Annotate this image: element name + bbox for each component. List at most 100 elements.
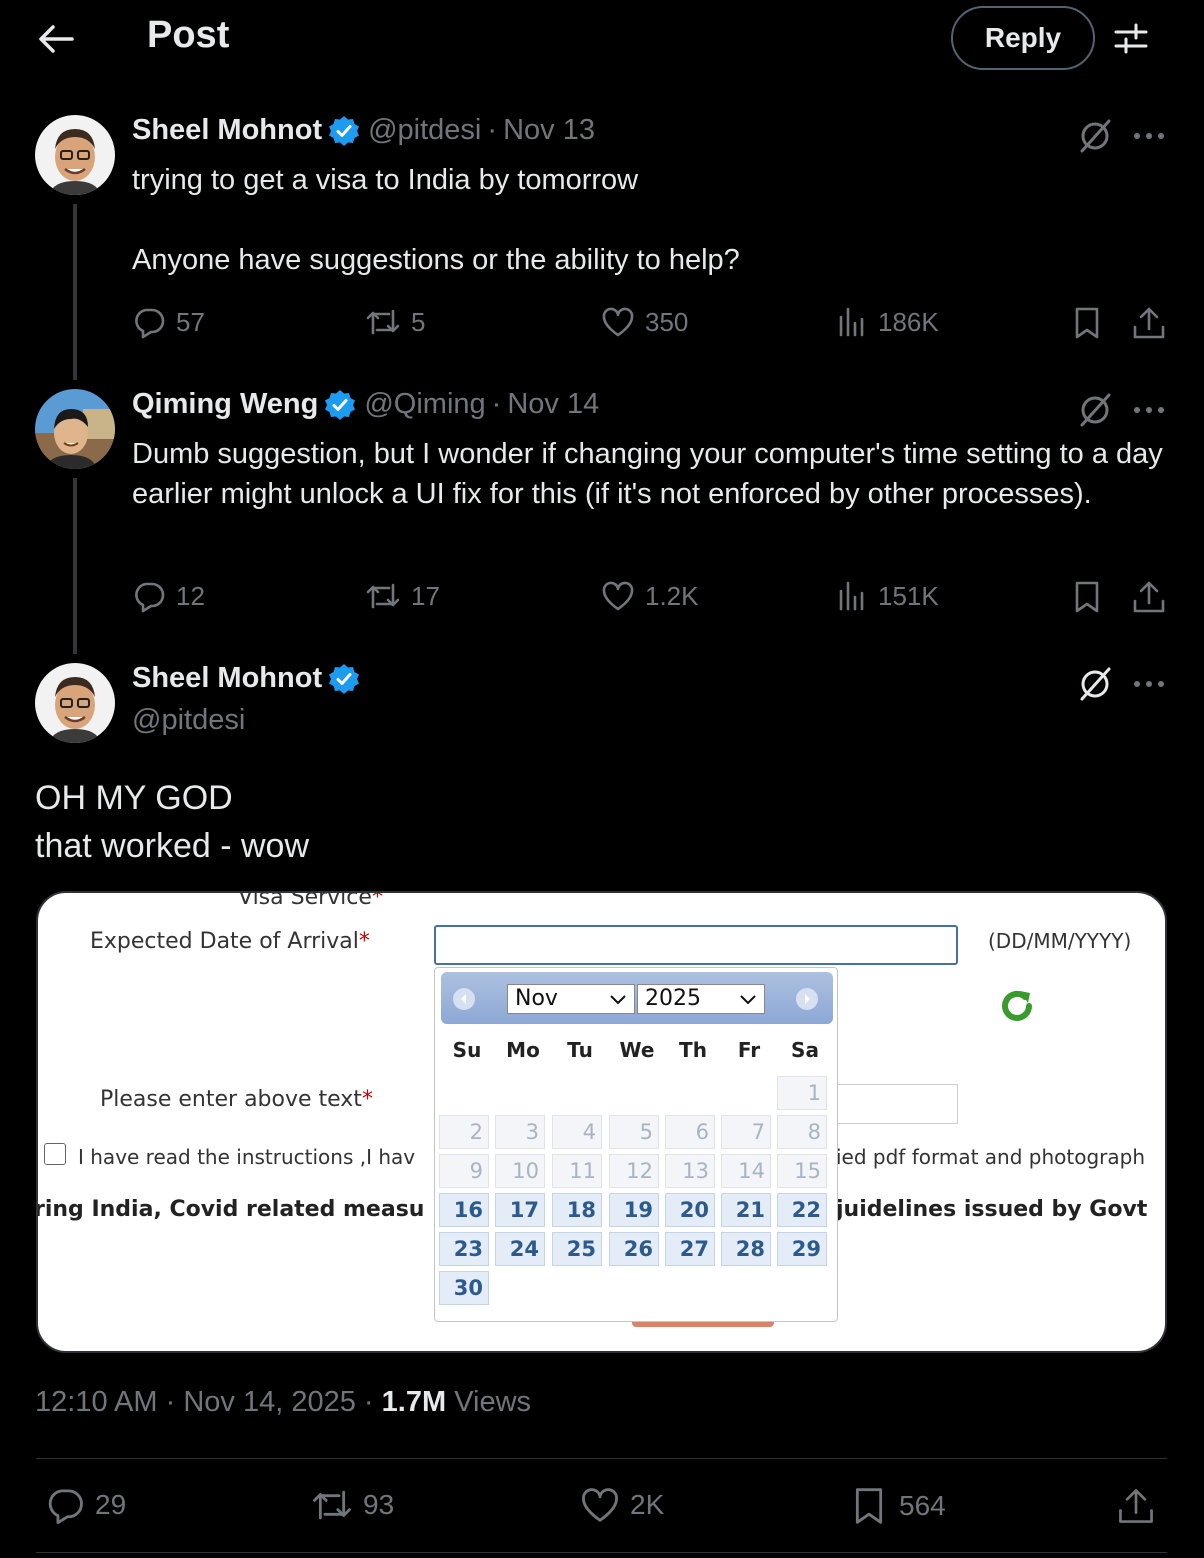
post-date[interactable]: Nov 14	[507, 388, 599, 421]
calendar-day: 12	[609, 1154, 659, 1188]
post-full-date[interactable]: Nov 14, 2025	[183, 1386, 356, 1418]
heart-icon	[580, 1485, 630, 1525]
calendar-day[interactable]: 28	[721, 1232, 771, 1266]
author-handle[interactable]: @Qiming	[364, 388, 485, 421]
meta-separator: ·	[363, 1386, 374, 1418]
like-action[interactable]: 2K	[580, 1485, 664, 1525]
reply-count: 12	[176, 580, 205, 611]
date-format-hint: (DD/MM/YYYY)	[988, 929, 1132, 953]
reply-count: 57	[176, 306, 205, 337]
grok-icon[interactable]	[1075, 116, 1115, 156]
calendar-day: 8	[777, 1115, 827, 1149]
author-name[interactable]: Sheel Mohnot	[132, 114, 322, 147]
author-row: Sheel Mohnot @pitdesi · Nov 13	[132, 114, 595, 147]
views-chart-icon	[836, 305, 878, 339]
checkbox-text-left: I have read the instructions ,I hav	[78, 1145, 416, 1169]
reply-action[interactable]: 57	[132, 305, 205, 339]
calendar-day[interactable]: 29	[777, 1232, 827, 1266]
more-options-icon[interactable]	[1129, 390, 1169, 430]
bookmark-icon[interactable]	[1070, 305, 1104, 341]
calendar-day[interactable]: 17	[495, 1193, 545, 1227]
verified-badge-icon	[324, 389, 356, 421]
like-count: 1.2K	[645, 580, 699, 611]
avatar[interactable]	[35, 663, 115, 743]
views-action[interactable]: 151K	[836, 579, 939, 613]
attached-image[interactable]: Visa Service* Expected Date of Arrival* …	[36, 891, 1167, 1353]
prev-month-icon[interactable]	[453, 988, 475, 1010]
share-icon[interactable]	[1131, 305, 1167, 341]
author-name[interactable]: Qiming Weng	[132, 388, 318, 421]
calendar-day: 2	[439, 1115, 489, 1149]
tweet-text-line: that worked - wow	[35, 827, 309, 865]
month-select[interactable]: Nov	[507, 984, 635, 1014]
reply-icon	[132, 305, 176, 339]
calendar-day[interactable]: 20	[665, 1193, 715, 1227]
calendar-day[interactable]: 26	[609, 1232, 659, 1266]
heart-icon	[601, 305, 645, 339]
reply-action[interactable]: 12	[132, 579, 205, 613]
calendar-day: 1	[777, 1076, 827, 1110]
reply-button[interactable]: Reply	[951, 6, 1095, 70]
instructions-checkbox[interactable]	[44, 1143, 66, 1165]
calendar-day[interactable]: 27	[665, 1232, 715, 1266]
tweet-text: trying to get a visa to India by tomorro…	[132, 160, 1162, 280]
year-select[interactable]: 2025	[637, 984, 765, 1014]
share-icon[interactable]	[1116, 1485, 1156, 1527]
arrival-date-input[interactable]	[434, 925, 958, 965]
like-action[interactable]: 1.2K	[601, 579, 699, 613]
calendar-day[interactable]: 30	[439, 1271, 489, 1305]
repost-icon	[365, 305, 411, 339]
post-time[interactable]: 12:10 AM	[35, 1386, 158, 1418]
datepicker-header: Nov 2025	[441, 972, 833, 1024]
post-timestamp: 12:10 AM · Nov 14, 2025 · 1.7M Views	[35, 1386, 531, 1419]
bookmark-action[interactable]: 564	[849, 1485, 946, 1527]
calendar-day: 10	[495, 1154, 545, 1188]
calendar-day[interactable]: 18	[552, 1193, 602, 1227]
meta-separator: ·	[491, 388, 502, 420]
views-total: 1.7M	[381, 1386, 447, 1418]
next-month-icon[interactable]	[796, 988, 818, 1010]
avatar[interactable]	[35, 115, 115, 195]
avatar[interactable]	[35, 389, 115, 469]
views-action[interactable]: 186K	[836, 305, 939, 339]
main-tweet-text: OH MY GOD that worked - wow	[35, 774, 309, 870]
more-options-icon[interactable]	[1129, 116, 1169, 156]
calendar-day: 15	[777, 1154, 827, 1188]
calendar-day: 6	[665, 1115, 715, 1149]
settings-sliders-icon[interactable]	[1112, 20, 1150, 56]
reply-icon	[45, 1485, 95, 1525]
like-count: 2K	[630, 1489, 665, 1520]
repost-action[interactable]: 5	[365, 305, 425, 339]
verified-badge-icon	[328, 663, 360, 695]
datepicker-popup: Nov 2025 Su Mo Tu We Th Fr Sa 1 2 3 4 5 6 7 8 9 10 11 12 1…	[434, 967, 838, 1322]
calendar-day[interactable]: 21	[721, 1193, 771, 1227]
share-icon[interactable]	[1131, 579, 1167, 615]
calendar-day[interactable]: 22	[777, 1193, 827, 1227]
like-action[interactable]: 350	[601, 305, 688, 339]
verified-badge-icon	[328, 115, 360, 147]
refresh-captcha-icon[interactable]	[996, 985, 1038, 1027]
author-handle[interactable]: @pitdesi	[132, 704, 245, 737]
calendar-day[interactable]: 16	[439, 1193, 489, 1227]
reply-icon	[132, 579, 176, 613]
reply-action[interactable]: 29	[45, 1485, 126, 1525]
calendar-day[interactable]: 25	[552, 1232, 602, 1266]
post-date[interactable]: Nov 13	[503, 114, 595, 147]
bookmark-icon[interactable]	[1070, 579, 1104, 615]
back-arrow-icon[interactable]	[36, 22, 76, 56]
repost-action[interactable]: 17	[365, 579, 440, 613]
covid-text-left: ring India, Covid related measu	[36, 1197, 425, 1222]
author-row: Sheel Mohnot	[132, 662, 368, 695]
repost-action[interactable]: 93	[311, 1485, 394, 1525]
grok-icon[interactable]	[1075, 664, 1115, 704]
calendar-day[interactable]: 19	[609, 1193, 659, 1227]
weekday-header: Sa	[791, 1038, 819, 1062]
more-options-icon[interactable]	[1129, 664, 1169, 704]
calendar-day[interactable]: 23	[439, 1232, 489, 1266]
calendar-day[interactable]: 24	[495, 1232, 545, 1266]
author-handle[interactable]: @pitdesi	[368, 114, 481, 147]
captcha-input[interactable]	[836, 1084, 958, 1124]
weekday-header: Mo	[506, 1038, 540, 1062]
author-name[interactable]: Sheel Mohnot	[132, 662, 322, 695]
grok-icon[interactable]	[1075, 390, 1115, 430]
